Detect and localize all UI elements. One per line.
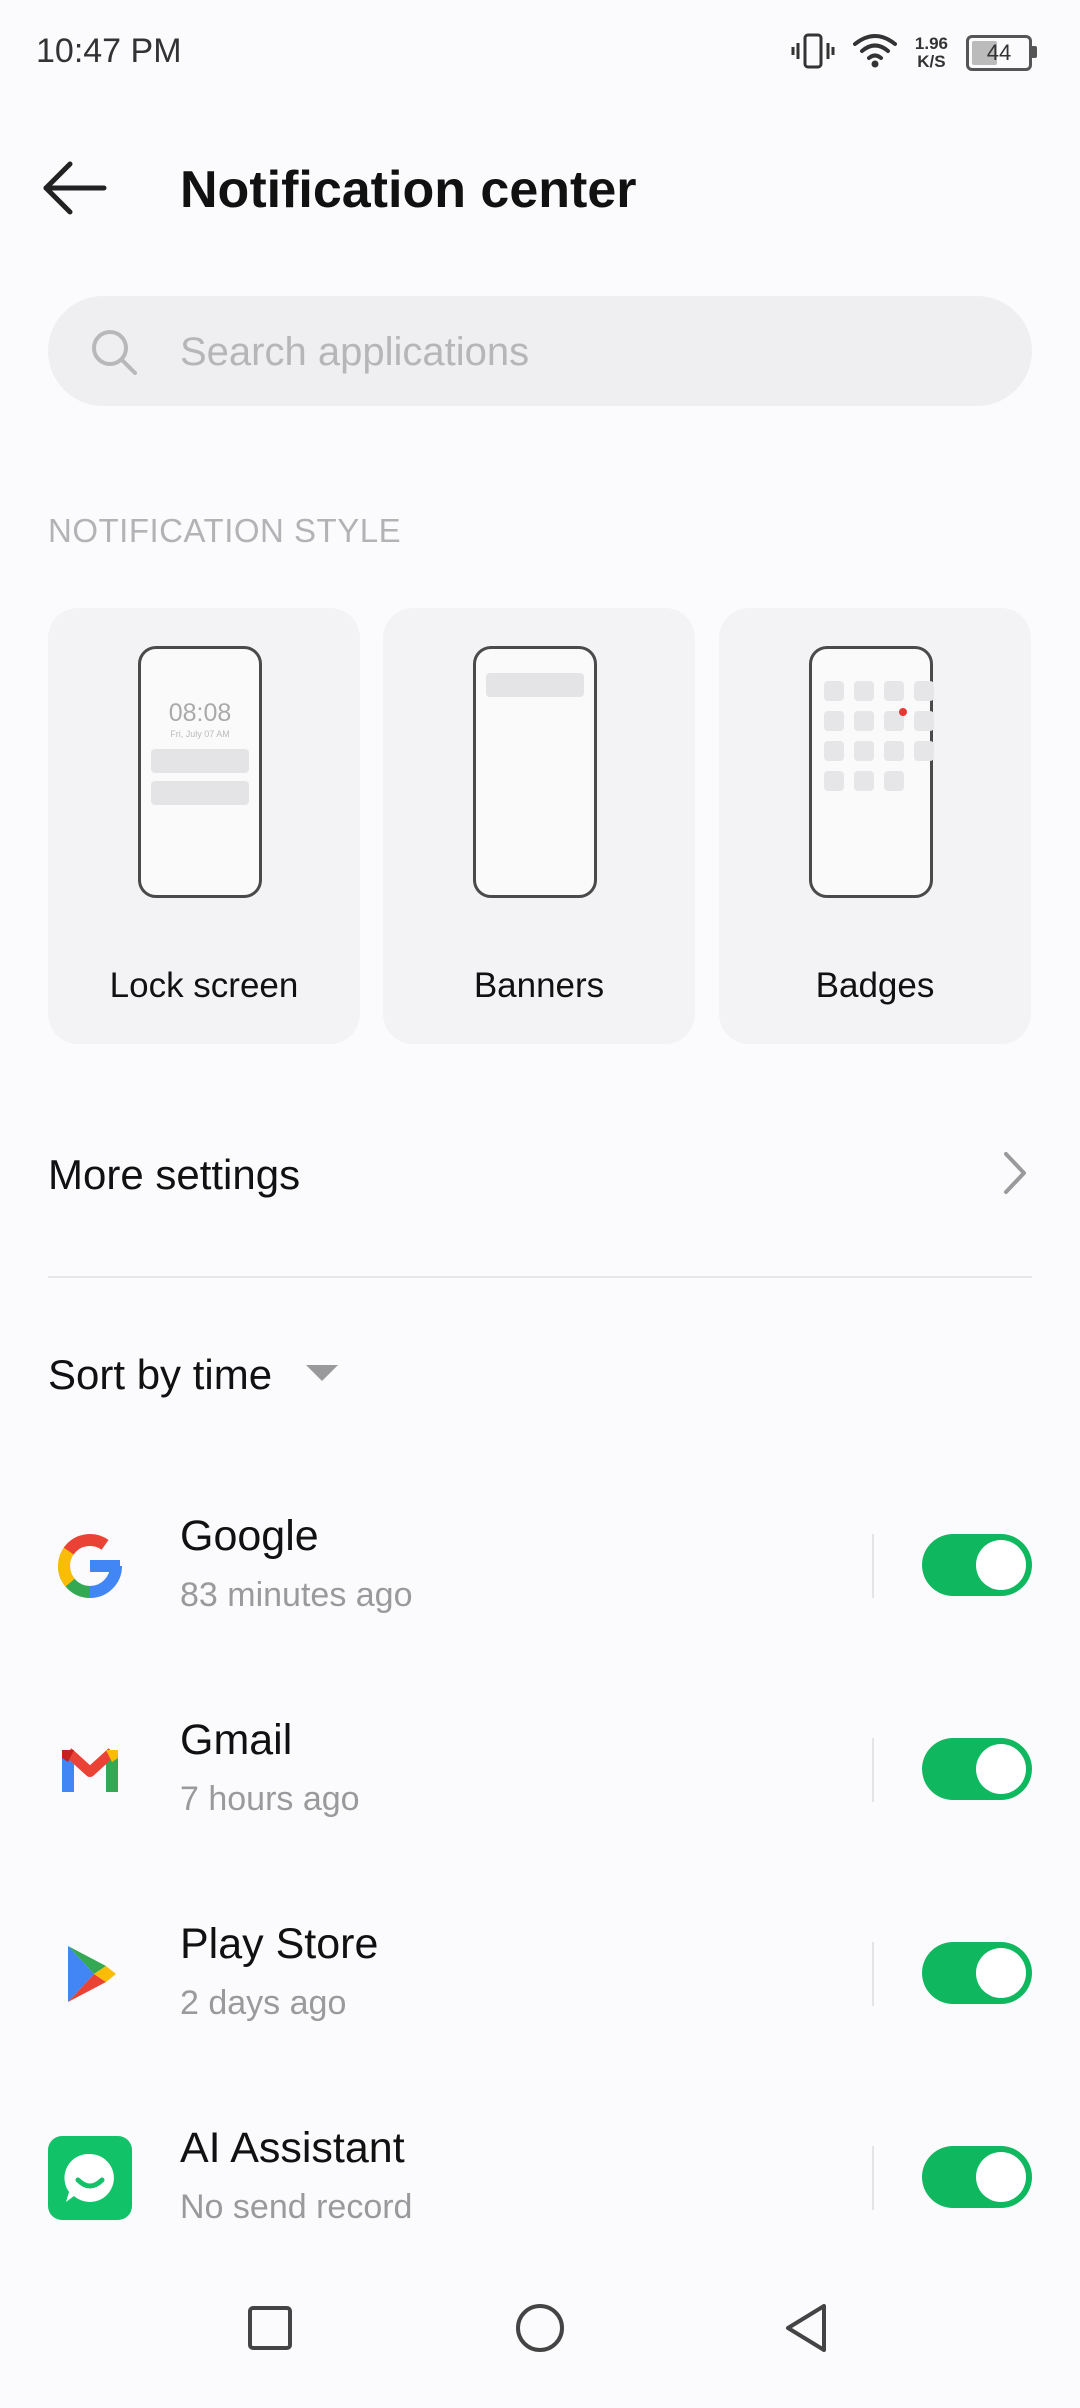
app-row-gmail[interactable]: Gmail 7 hours ago	[0, 1700, 1080, 1840]
app-row-google[interactable]: Google 83 minutes ago	[0, 1496, 1080, 1636]
arrow-left-icon	[40, 160, 110, 221]
wifi-icon	[852, 32, 897, 75]
more-settings-row[interactable]: More settings	[48, 1140, 1032, 1210]
more-settings-label: More settings	[48, 1151, 301, 1198]
separator	[872, 1738, 874, 1802]
app-last-notification: 7 hours ago	[180, 1780, 360, 1818]
back-triangle-icon	[782, 2302, 830, 2359]
chevron-right-icon	[996, 1148, 1032, 1203]
app-name: Play Store	[180, 1920, 379, 1968]
section-label: NOTIFICATION STYLE	[48, 512, 402, 549]
notification-toggle[interactable]	[922, 2146, 1032, 2208]
preview-date: Fri, July 07 AM	[170, 729, 230, 739]
status-icons: 1.96 K/S 44	[791, 28, 1037, 78]
vibrate-icon	[791, 31, 835, 76]
caret-down-icon	[304, 1363, 340, 1388]
banners-style-card[interactable]: Banners	[383, 608, 695, 1044]
app-last-notification: 83 minutes ago	[180, 1576, 413, 1614]
app-last-notification: 2 days ago	[180, 1984, 347, 2022]
status-time: 10:47 PM	[36, 32, 182, 70]
search-icon	[90, 328, 138, 381]
gmail-icon	[48, 1728, 132, 1812]
notification-toggle[interactable]	[922, 1738, 1032, 1800]
app-name: Google	[180, 1512, 319, 1560]
notification-toggle[interactable]	[922, 1534, 1032, 1596]
recents-button[interactable]	[230, 2290, 310, 2370]
notification-toggle[interactable]	[922, 1942, 1032, 2004]
home-circle-icon	[514, 2302, 566, 2359]
separator	[872, 1942, 874, 2006]
app-name: AI Assistant	[180, 2124, 405, 2172]
separator	[872, 2146, 874, 2210]
navigation-bar	[0, 2250, 1080, 2408]
app-name: Gmail	[180, 1716, 293, 1764]
app-row-play-store[interactable]: Play Store 2 days ago	[0, 1904, 1080, 2044]
page-title: Notification center	[180, 161, 637, 219]
google-icon	[48, 1524, 132, 1608]
back-button[interactable]	[40, 150, 130, 230]
lock-screen-preview: 08:08 Fri, July 07 AM	[138, 646, 262, 898]
card-label: Badges	[815, 966, 935, 1005]
card-label: Lock screen	[109, 966, 299, 1005]
search-input[interactable]	[178, 318, 1002, 386]
home-button[interactable]	[500, 2290, 580, 2370]
preview-time: 08:08	[168, 699, 232, 727]
network-speed: 1.96 K/S	[914, 34, 948, 71]
back-nav-button[interactable]	[766, 2290, 846, 2370]
card-label: Banners	[473, 966, 605, 1005]
recents-square-icon	[246, 2304, 294, 2357]
ai-assistant-icon	[48, 2136, 132, 2220]
badges-preview	[809, 646, 934, 898]
sort-label: Sort by time	[48, 1351, 273, 1398]
play-store-icon	[48, 1932, 132, 2016]
app-last-notification: No send record	[180, 2188, 413, 2226]
badges-style-card[interactable]: Badges	[719, 608, 1031, 1044]
divider	[48, 1276, 1032, 1278]
sort-dropdown[interactable]: Sort by time	[48, 1340, 340, 1410]
banners-preview	[473, 646, 597, 898]
battery-icon: 44	[966, 35, 1037, 71]
lock-screen-style-card[interactable]: 08:08 Fri, July 07 AM Lock screen	[48, 608, 360, 1044]
app-row-ai-assistant[interactable]: AI Assistant No send record	[0, 2108, 1080, 2248]
separator	[872, 1534, 874, 1598]
